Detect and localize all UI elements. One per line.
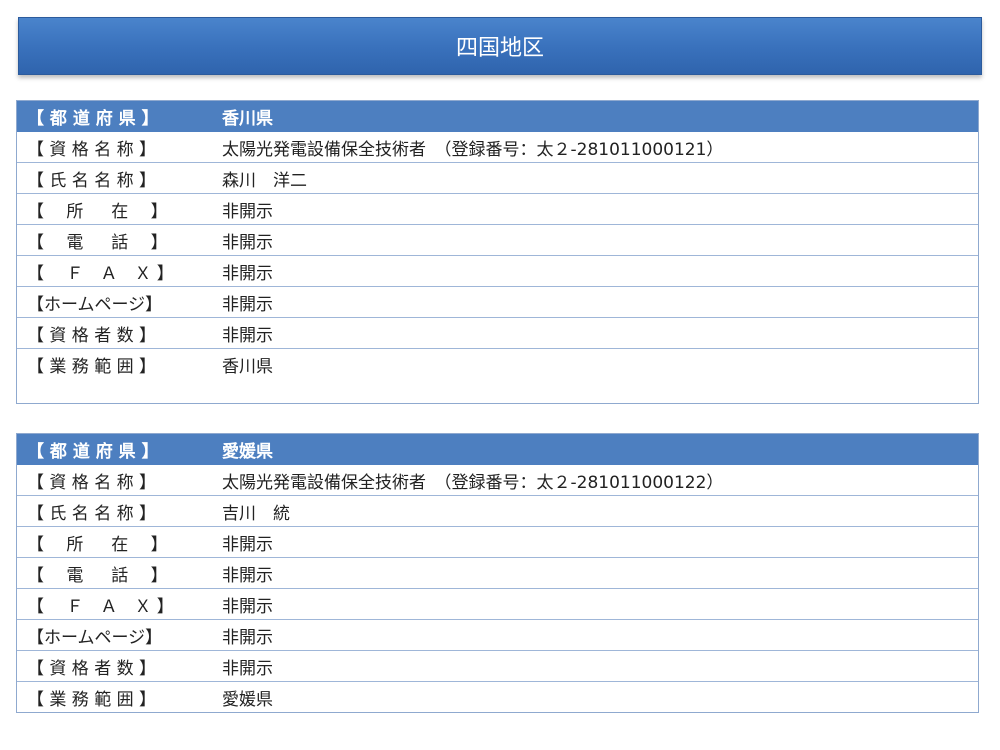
qualification-row: 【 資 格 名 称 】 太陽光発電設備保全技術者 （登録番号：太２-281011… [17, 465, 978, 496]
field-label: 【ホームページ】 [27, 627, 163, 648]
field-value: 非開示 [222, 201, 273, 222]
field-value: 非開示 [222, 232, 273, 253]
name-row: 【 氏 名 名 称 】 森川 洋二 [17, 163, 978, 194]
field-value: 非開示 [222, 627, 273, 648]
field-label: 【 所 在 】 [27, 534, 168, 555]
field-value: 愛媛県 [222, 690, 273, 710]
field-label: 【 資 格 者 数 】 [27, 658, 157, 679]
field-value: 非開示 [222, 263, 273, 284]
fax-row: 【 Ｆ Ａ Ｘ 】 非開示 [17, 256, 978, 287]
field-value: 非開示 [222, 534, 273, 555]
prefecture-row: 【 都 道 府 県 】 香川県 [17, 101, 978, 132]
field-value: 吉川 統 [222, 503, 290, 524]
field-label: 【 Ｆ Ａ Ｘ 】 [27, 596, 174, 617]
field-value: 太陽光発電設備保全技術者 （登録番号：太２-281011000121） [222, 139, 724, 160]
service-area-row: 【 業 務 範 囲 】 愛媛県 [17, 682, 978, 713]
field-value: 太陽光発電設備保全技術者 （登録番号：太２-281011000122） [222, 472, 724, 493]
listing-card-kagawa: 【 都 道 府 県 】 香川県 【 資 格 名 称 】 太陽光発電設備保全技術者… [16, 100, 979, 404]
field-value: 非開示 [222, 325, 273, 346]
qualified-count-row: 【 資 格 者 数 】 非開示 [17, 318, 978, 349]
service-area-row: 【 業 務 範 囲 】 香川県 [17, 349, 978, 380]
field-label: 【ホームページ】 [27, 294, 163, 315]
region-title-banner: 四国地区 [18, 17, 982, 75]
listing-card-ehime: 【 都 道 府 県 】 愛媛県 【 資 格 名 称 】 太陽光発電設備保全技術者… [16, 433, 979, 713]
qualified-count-row: 【 資 格 者 数 】 非開示 [17, 651, 978, 682]
field-label: 【 業 務 範 囲 】 [27, 690, 157, 710]
field-value: 非開示 [222, 596, 273, 617]
field-value: 非開示 [222, 658, 273, 679]
field-label: 【 資 格 名 称 】 [27, 139, 157, 160]
field-label: 【 所 在 】 [27, 201, 168, 222]
field-label: 【 業 務 範 囲 】 [27, 357, 157, 377]
field-value: 非開示 [222, 294, 273, 315]
field-value: 香川県 [222, 357, 273, 377]
field-label: 【 都 道 府 県 】 [27, 441, 159, 462]
field-label: 【 資 格 者 数 】 [27, 325, 157, 346]
name-row: 【 氏 名 名 称 】 吉川 統 [17, 496, 978, 527]
region-title: 四国地区 [455, 36, 544, 61]
field-label: 【 都 道 府 県 】 [27, 108, 159, 129]
field-value: 愛媛県 [222, 441, 273, 462]
address-row: 【 所 在 】 非開示 [17, 194, 978, 225]
qualification-row: 【 資 格 名 称 】 太陽光発電設備保全技術者 （登録番号：太２-281011… [17, 132, 978, 163]
address-row: 【 所 在 】 非開示 [17, 527, 978, 558]
field-label: 【 氏 名 名 称 】 [27, 503, 157, 524]
homepage-row: 【ホームページ】 非開示 [17, 620, 978, 651]
field-label: 【 氏 名 名 称 】 [27, 170, 157, 191]
fax-row: 【 Ｆ Ａ Ｘ 】 非開示 [17, 589, 978, 620]
phone-row: 【 電 話 】 非開示 [17, 558, 978, 589]
homepage-row: 【ホームページ】 非開示 [17, 287, 978, 318]
field-label: 【 Ｆ Ａ Ｘ 】 [27, 263, 174, 284]
phone-row: 【 電 話 】 非開示 [17, 225, 978, 256]
field-label: 【 資 格 名 称 】 [27, 472, 157, 493]
field-label: 【 電 話 】 [27, 232, 168, 253]
field-value: 香川県 [222, 108, 273, 129]
field-label: 【 電 話 】 [27, 565, 168, 586]
prefecture-row: 【 都 道 府 県 】 愛媛県 [17, 434, 978, 465]
field-value: 森川 洋二 [222, 170, 307, 191]
field-value: 非開示 [222, 565, 273, 586]
